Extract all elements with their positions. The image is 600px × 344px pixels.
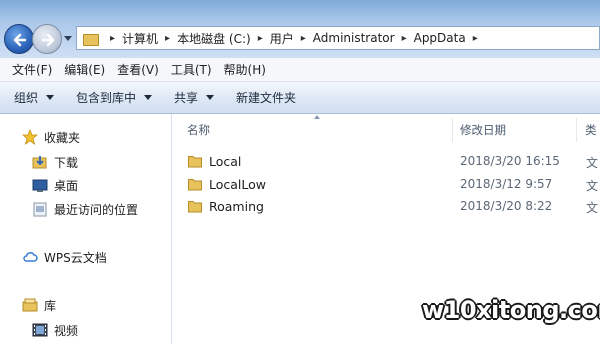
file-name: Roaming [209, 199, 264, 214]
file-name: LocalLow [209, 177, 267, 192]
chevron-down-icon [206, 95, 215, 100]
menu-help[interactable]: 帮助(H) [218, 61, 272, 78]
address-bar[interactable]: ▸ 计算机 ▸ 本地磁盘 (C:) ▸ 用户 ▸ Administrator ▸… [76, 26, 600, 50]
chevron-right-icon[interactable]: ▸ [473, 33, 478, 44]
file-date: 2018/3/20 16:15 [460, 154, 560, 168]
file-date: 2018/3/12 9:57 [460, 177, 553, 191]
watermark: w10xitong.com [422, 296, 600, 324]
library-icon [22, 297, 38, 313]
chevron-right-icon[interactable]: ▸ [402, 33, 407, 44]
sidebar-label-downloads: 下载 [54, 155, 79, 170]
column-divider[interactable] [452, 118, 453, 142]
sidebar-item-favorites[interactable]: 收藏夹 [21, 126, 81, 148]
sidebar-label-videos: 视频 [54, 323, 79, 338]
arrow-left-icon [13, 33, 27, 47]
file-row-locallow[interactable]: LocalLow 2018/3/12 9:57 文 [172, 173, 600, 195]
forward-button[interactable] [32, 24, 62, 54]
video-icon [32, 322, 48, 338]
folder-icon [188, 201, 202, 213]
new-folder-label: 新建文件夹 [236, 91, 297, 105]
star-icon [21, 128, 39, 145]
share-button[interactable]: 共享 [174, 89, 215, 106]
downloads-folder-icon [32, 154, 48, 170]
organize-label: 组织 [14, 91, 39, 105]
file-row-local[interactable]: Local 2018/3/20 16:15 文 [172, 150, 600, 172]
organize-button[interactable]: 组织 [14, 89, 55, 106]
column-header-type[interactable]: 类 [585, 122, 597, 138]
column-header-modified[interactable]: 修改日期 [460, 122, 506, 138]
column-divider[interactable] [576, 118, 577, 142]
menu-file[interactable]: 文件(F) [6, 61, 58, 78]
sidebar-item-downloads[interactable]: 下载 [32, 151, 78, 173]
menu-tools[interactable]: 工具(T) [165, 61, 218, 78]
sort-ascending-icon [314, 115, 320, 119]
file-row-roaming[interactable]: Roaming 2018/3/20 8:22 文 [172, 195, 600, 217]
column-header-name[interactable]: 名称 [187, 122, 210, 138]
include-in-library-label: 包含到库中 [76, 91, 137, 105]
sidebar-label-desktop: 桌面 [54, 178, 79, 193]
sidebar-label-favorites: 收藏夹 [44, 130, 81, 145]
chevron-right-icon[interactable]: ▸ [110, 33, 115, 44]
chevron-right-icon[interactable]: ▸ [258, 33, 263, 44]
recent-places-icon [32, 201, 48, 217]
cloud-icon [22, 249, 38, 265]
file-type: 文 [586, 201, 599, 215]
include-in-library-button[interactable]: 包含到库中 [76, 89, 153, 106]
chevron-right-icon[interactable]: ▸ [301, 33, 306, 44]
chevron-down-icon [144, 95, 153, 100]
back-button[interactable] [4, 24, 34, 54]
desktop-icon [32, 177, 48, 193]
file-type: 文 [586, 156, 599, 170]
sidebar-label-recent-places: 最近访问的位置 [54, 202, 139, 217]
menu-view[interactable]: 查看(V) [111, 61, 165, 78]
navigation-pane: 收藏夹 下载 桌面 最近访问的位置 WPS云文档 库 视频 [0, 114, 172, 344]
new-folder-button[interactable]: 新建文件夹 [236, 89, 296, 106]
sidebar-item-recent-places[interactable]: 最近访问的位置 [32, 198, 138, 220]
sidebar-item-libraries[interactable]: 库 [22, 294, 56, 316]
file-date: 2018/3/20 8:22 [460, 199, 553, 213]
sidebar-item-wps-cloud[interactable]: WPS云文档 [22, 246, 107, 268]
recent-pages-dropdown[interactable] [64, 36, 72, 41]
arrow-right-icon [41, 33, 55, 47]
folder-icon [83, 32, 99, 46]
folder-icon [188, 179, 202, 191]
folder-icon [188, 156, 202, 168]
breadcrumb-users[interactable]: 用户 [270, 30, 294, 47]
share-label: 共享 [174, 91, 199, 105]
breadcrumb-local-disk[interactable]: 本地磁盘 (C:) [177, 30, 251, 47]
chevron-down-icon [46, 95, 55, 100]
menu-edit[interactable]: 编辑(E) [58, 61, 111, 78]
file-type: 文 [586, 179, 599, 193]
sidebar-item-videos[interactable]: 视频 [32, 319, 78, 341]
sidebar-label-wps-cloud: WPS云文档 [44, 250, 107, 265]
menu-bar: 文件(F) 编辑(E) 查看(V) 工具(T) 帮助(H) [0, 58, 600, 82]
address-area: ▸ 计算机 ▸ 本地磁盘 (C:) ▸ 用户 ▸ Administrator ▸… [0, 0, 600, 58]
chevron-right-icon[interactable]: ▸ [165, 33, 170, 44]
breadcrumb-computer[interactable]: 计算机 [122, 30, 158, 47]
breadcrumb-appdata[interactable]: AppData [414, 31, 466, 45]
breadcrumb-administrator[interactable]: Administrator [313, 31, 395, 45]
sidebar-label-libraries: 库 [44, 298, 57, 313]
file-name: Local [209, 154, 242, 169]
sidebar-item-desktop[interactable]: 桌面 [32, 174, 78, 196]
command-bar: 组织 包含到库中 共享 新建文件夹 [0, 82, 600, 114]
